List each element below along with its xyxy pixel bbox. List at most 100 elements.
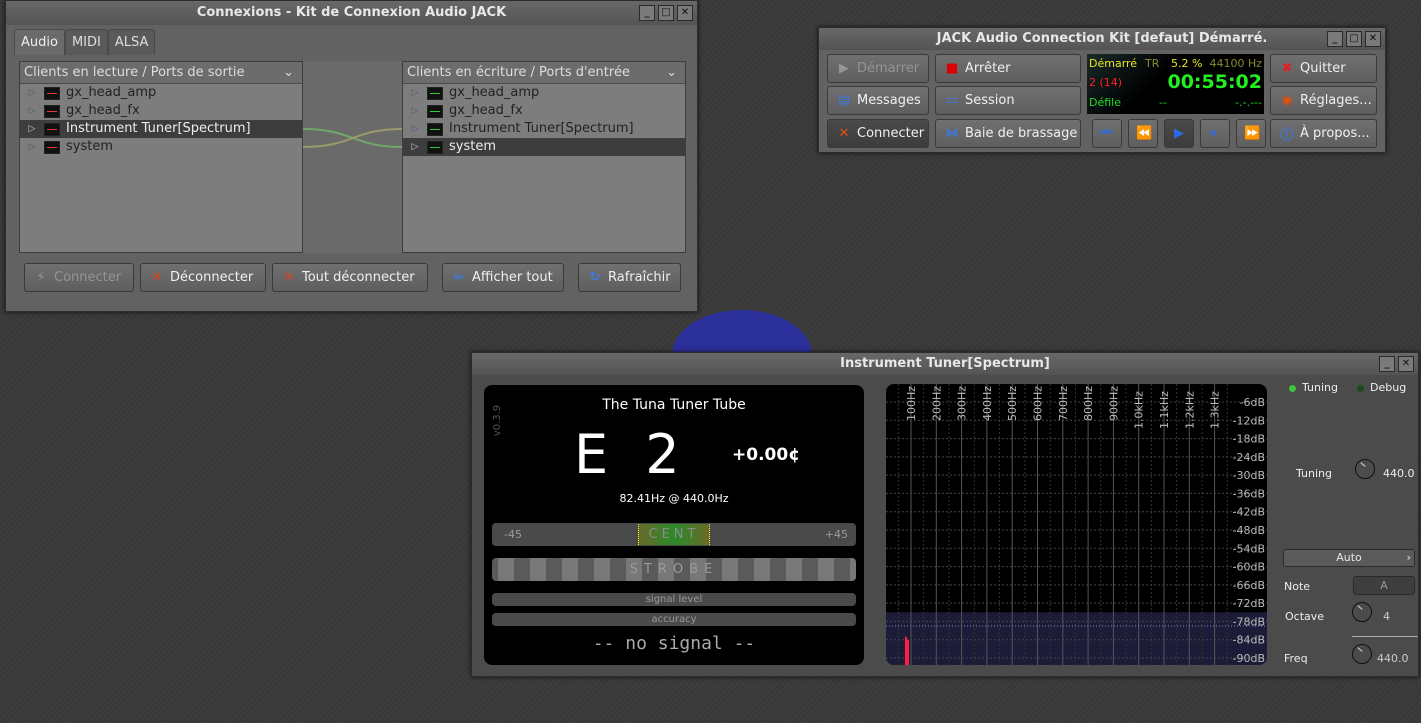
y-tick-label: -30dB: [1233, 469, 1266, 482]
window-title: JACK Audio Connection Kit [defaut] Démar…: [936, 31, 1268, 46]
list-item[interactable]: ▷ gx_head_amp: [20, 84, 302, 102]
client-label: system: [449, 139, 496, 154]
client-label: Instrument Tuner[Spectrum]: [449, 121, 634, 136]
expand-icon[interactable]: ▷: [20, 102, 44, 120]
client-label: Instrument Tuner[Spectrum]: [66, 121, 251, 136]
play-button[interactable]: ▶: [1164, 119, 1194, 148]
patchbay-button[interactable]: ⋈ Baie de brassage: [935, 119, 1081, 148]
maximize-button[interactable]: □: [1346, 31, 1362, 47]
stop-button[interactable]: ■ Arrêter: [935, 54, 1081, 83]
client-label: gx_head_fx: [66, 103, 140, 118]
tempo-value: -.-.---: [1235, 96, 1262, 109]
mode-selector[interactable]: Auto ›: [1283, 549, 1415, 567]
expand-icon[interactable]: ▷: [403, 84, 427, 102]
title-bar[interactable]: Instrument Tuner[Spectrum] _ ✕: [472, 353, 1418, 375]
x-tick-label: 100Hz: [905, 386, 918, 421]
octave-knob[interactable]: [1352, 602, 1372, 622]
quit-button[interactable]: ✖ Quitter: [1270, 54, 1377, 83]
client-label: gx_head_amp: [66, 85, 157, 100]
disconnect-all-button[interactable]: ✕ Tout déconnecter: [272, 263, 428, 292]
debug-led[interactable]: Debug: [1357, 381, 1406, 394]
disconnect-button[interactable]: ✕ Déconnecter: [140, 263, 266, 292]
show-all-button[interactable]: ⇐ Afficher tout: [442, 263, 564, 292]
minimize-button[interactable]: _: [1379, 356, 1395, 372]
title-bar[interactable]: Connexions - Kit de Connexion Audio JACK…: [6, 1, 697, 25]
note-value: A: [1380, 579, 1388, 592]
expand-icon[interactable]: ▷: [20, 138, 44, 156]
disconnect-icon: ✕: [151, 270, 163, 285]
forward-button[interactable]: ⏩: [1236, 119, 1266, 148]
disconnect-all-icon: ✕: [283, 270, 295, 285]
list-item[interactable]: ▷ gx_head_amp: [403, 84, 685, 102]
y-tick-label: -12dB: [1233, 414, 1266, 427]
x-tick-label: 600Hz: [1032, 386, 1045, 421]
minimize-button[interactable]: _: [1327, 31, 1343, 47]
tuning-value: 440.0: [1383, 467, 1415, 480]
jack-window: JACK Audio Connection Kit [defaut] Démar…: [818, 27, 1386, 153]
expand-icon[interactable]: ▷: [403, 138, 427, 156]
list-item[interactable]: ▷ gx_head_fx: [403, 102, 685, 120]
messages-button[interactable]: ▤ Messages: [827, 86, 929, 115]
status-display: Démarré TR 5.2 % 44100 Hz 2 (14) 00:55:0…: [1087, 54, 1264, 114]
tab-audio[interactable]: Audio: [14, 29, 65, 55]
tuning-knob[interactable]: [1355, 459, 1375, 479]
maximize-button[interactable]: □: [658, 5, 674, 21]
cents-display: +0.00¢: [732, 445, 801, 465]
button-label: Baie de brassage: [965, 126, 1078, 141]
title-bar[interactable]: JACK Audio Connection Kit [defaut] Démar…: [819, 28, 1385, 50]
settings-button[interactable]: ◉ Réglages...: [1270, 86, 1377, 115]
plug-icon: ⚡: [36, 270, 46, 285]
button-label: Quitter: [1300, 61, 1346, 76]
expand-icon[interactable]: ▷: [20, 84, 44, 102]
rewind-start-button[interactable]: ⏮: [1092, 119, 1122, 148]
window-title: Connexions - Kit de Connexion Audio JACK: [196, 5, 507, 20]
connect-button[interactable]: ⚡ Connecter: [24, 263, 134, 292]
chevron-down-icon: ⌄: [283, 65, 294, 80]
close-button[interactable]: ✕: [1365, 31, 1381, 47]
y-tick-label: -18dB: [1233, 433, 1266, 446]
patchbay-icon: ⋈: [945, 126, 959, 141]
rewind-button[interactable]: ⏪: [1128, 119, 1158, 148]
frequency-display: 82.41Hz @ 440.0Hz: [619, 492, 729, 505]
minimize-button[interactable]: _: [639, 5, 655, 21]
expand-icon[interactable]: ▷: [403, 120, 427, 138]
client-icon: [44, 122, 60, 136]
list-item[interactable]: ▷ system: [20, 138, 302, 156]
folder-icon: ▭: [945, 93, 959, 108]
pause-button[interactable]: ⏸: [1200, 119, 1230, 148]
threshold-region: [886, 612, 1267, 665]
tab-midi[interactable]: MIDI: [64, 29, 108, 55]
messages-icon: ▤: [837, 93, 851, 108]
expand-icon[interactable]: ▷: [403, 102, 427, 120]
refresh-button[interactable]: ↻ Rafraîchir: [578, 263, 681, 292]
about-button[interactable]: ⓘ À propos...: [1270, 119, 1377, 148]
list-item[interactable]: ▷ Instrument Tuner[Spectrum]: [20, 120, 302, 138]
connect-button[interactable]: ✕ Connecter: [827, 119, 929, 148]
accuracy-meter: accuracy: [492, 613, 856, 626]
tab-alsa[interactable]: ALSA: [107, 29, 156, 55]
list-header[interactable]: Clients en lecture / Ports de sortie ⌄: [20, 62, 302, 84]
input-ports-list[interactable]: Clients en écriture / Ports d'entrée ⌄ ▷ g…: [402, 61, 686, 253]
client-label: system: [66, 139, 113, 154]
button-label: Démarrer: [857, 61, 920, 76]
list-item[interactable]: ▷ Instrument Tuner[Spectrum]: [403, 120, 685, 138]
close-button[interactable]: ✕: [677, 5, 693, 21]
expand-icon[interactable]: ▷: [20, 120, 44, 138]
y-tick-label: -72dB: [1233, 597, 1266, 610]
close-button[interactable]: ✕: [1398, 356, 1414, 372]
note-selector[interactable]: A: [1353, 576, 1415, 595]
client-label: gx_head_fx: [449, 103, 523, 118]
client-icon: [44, 140, 60, 154]
freq-knob[interactable]: [1352, 644, 1372, 664]
list-item[interactable]: ▷ system: [403, 138, 685, 156]
output-ports-list[interactable]: Clients en lecture / Ports de sortie ⌄ ▷ g…: [19, 61, 303, 253]
dsp-load: 5.2 %: [1171, 57, 1203, 70]
chevron-right-icon: ›: [1406, 551, 1411, 564]
session-button[interactable]: ▭ Session: [935, 86, 1081, 115]
quit-icon: ✖: [1281, 61, 1293, 76]
start-button[interactable]: ▶ Démarrer: [827, 54, 929, 83]
list-item[interactable]: ▷ gx_head_fx: [20, 102, 302, 120]
tuning-led: Tuning: [1289, 381, 1338, 394]
xrun-count: 2 (14): [1089, 76, 1123, 89]
list-header[interactable]: Clients en écriture / Ports d'entrée ⌄: [403, 62, 685, 84]
